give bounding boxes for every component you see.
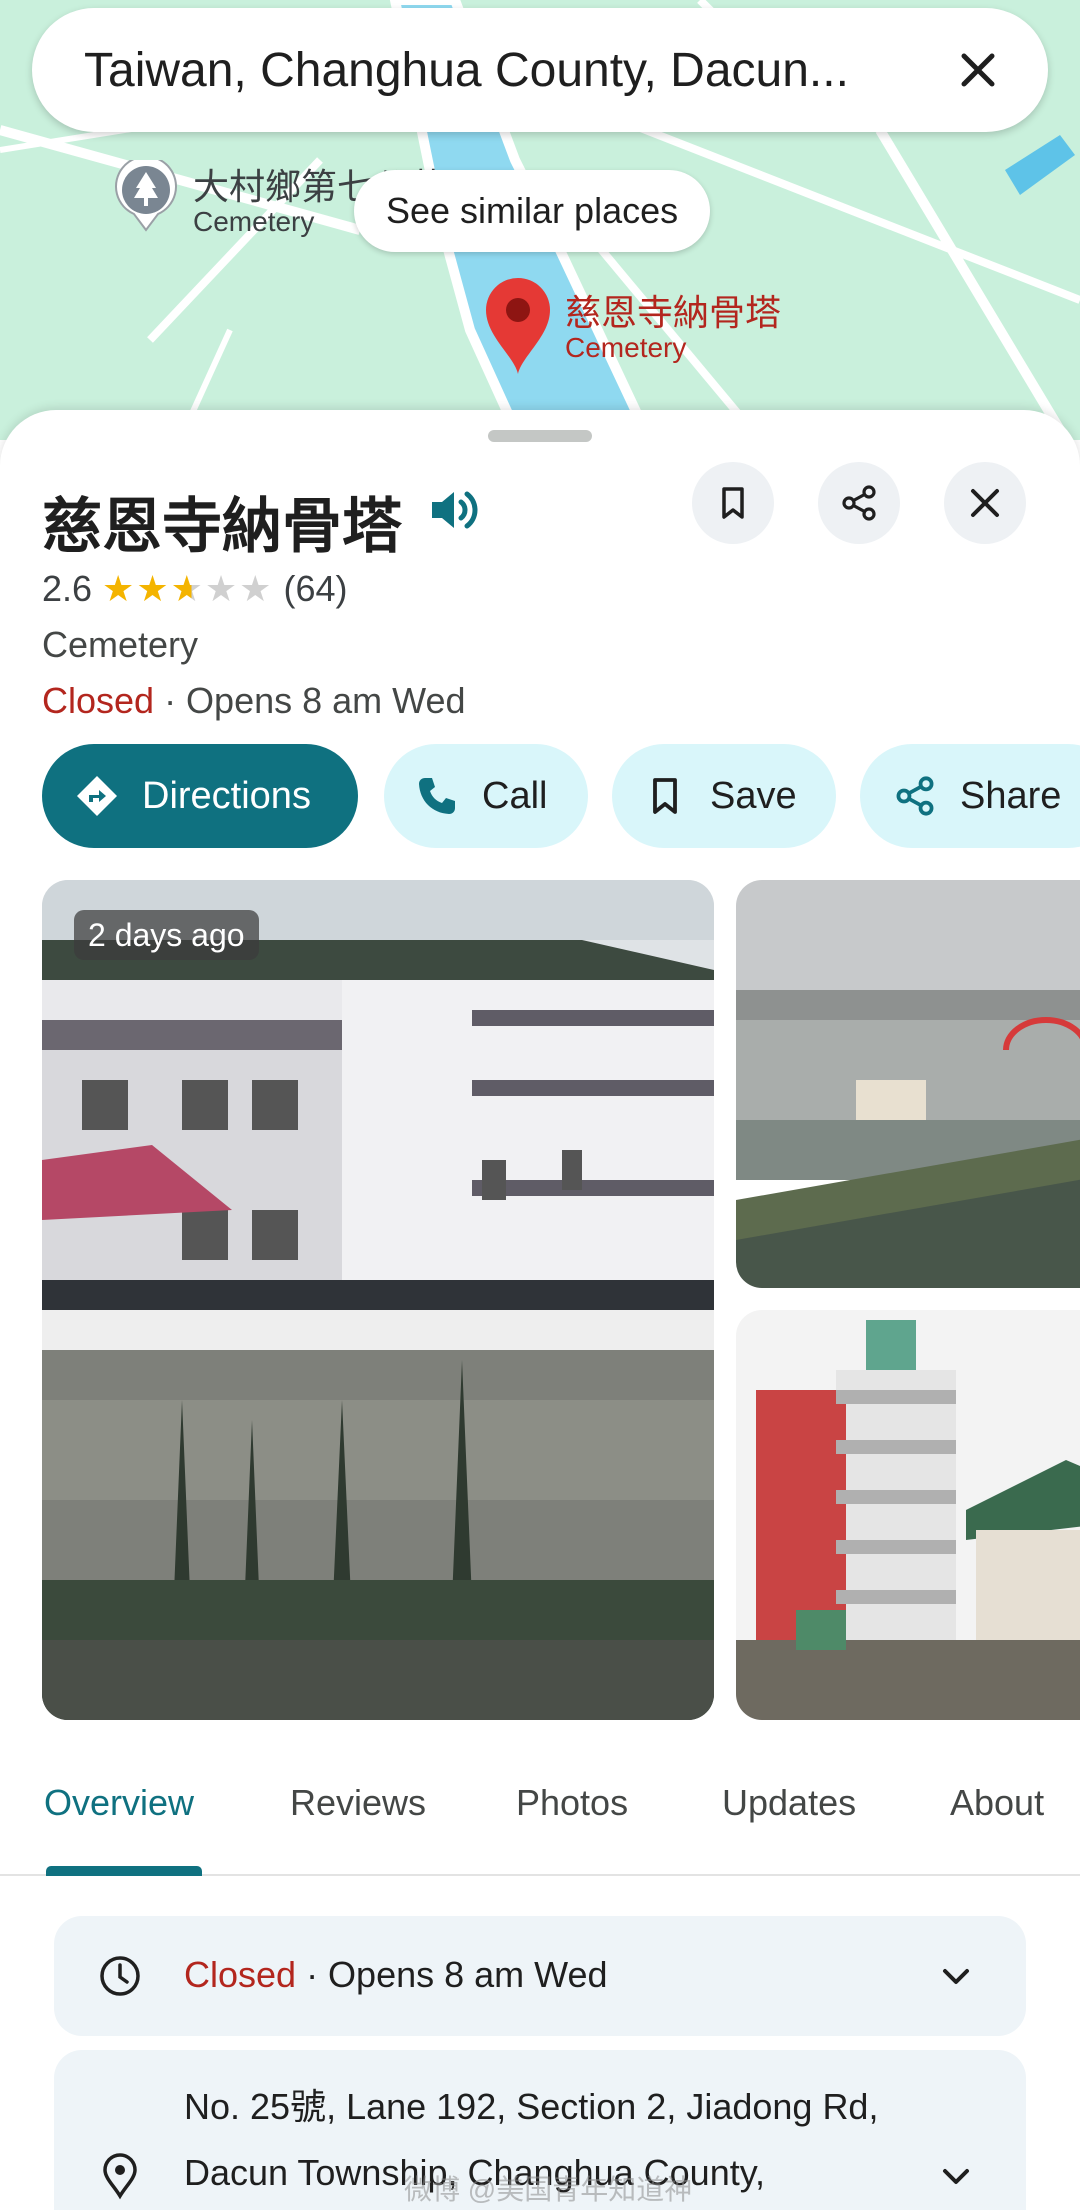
bookmark-icon — [722, 487, 744, 519]
star-icon: ★ — [204, 568, 240, 609]
call-label: Call — [482, 774, 548, 817]
see-similar-places-button[interactable]: See similar places — [354, 170, 711, 252]
selected-place-pin-icon[interactable] — [484, 276, 552, 376]
chevron-down-icon[interactable] — [936, 2156, 976, 2196]
rating-row[interactable]: 2.6 ★ ★ ★ ★ ★ (64) — [42, 568, 347, 610]
tab-overview[interactable]: Overview — [44, 1782, 194, 1824]
search-bar[interactable]: Taiwan, Changhua County, Dacun... — [32, 8, 1048, 132]
photo-main[interactable]: 2 days ago — [42, 880, 714, 1720]
map-view[interactable]: Taiwan, Changhua County, Dacun... 大村鄉第七公… — [0, 0, 1080, 440]
star-rating: ★ ★ ★ ★ ★ — [102, 571, 273, 607]
landscape-photo — [736, 880, 1080, 1288]
star-icon: ★ — [136, 568, 171, 609]
opens-text: · Opens 8 am Wed — [154, 680, 466, 721]
poi-category: Cemetery — [193, 206, 315, 237]
call-button[interactable]: Call — [384, 744, 588, 848]
place-category: Cemetery — [42, 624, 199, 665]
directions-label: Directions — [142, 774, 311, 817]
tab-about[interactable]: About — [950, 1782, 1044, 1824]
drag-handle[interactable] — [488, 430, 592, 442]
directions-icon — [74, 773, 120, 819]
temple-building-photo — [42, 880, 714, 1720]
share-icon — [892, 773, 938, 819]
hours-text: Closed · Opens 8 am Wed — [184, 1954, 608, 1996]
star-icon: ★ — [102, 568, 137, 609]
tab-photos[interactable]: Photos — [516, 1782, 628, 1824]
photo-secondary-2[interactable] — [736, 1310, 1080, 1720]
cemetery-pin-icon[interactable] — [114, 160, 178, 232]
bookmark-icon — [642, 773, 688, 819]
selected-pin-name[interactable]: 慈恩寺納骨塔 — [565, 284, 781, 336]
save-button[interactable]: Save — [612, 744, 836, 848]
hours-opens: · Opens 8 am Wed — [296, 1954, 608, 1995]
status-closed: Closed — [42, 680, 155, 721]
search-input[interactable]: Taiwan, Changhua County, Dacun... — [84, 43, 948, 98]
directions-button[interactable]: Directions — [42, 744, 358, 848]
photo-secondary-1[interactable] — [736, 880, 1080, 1288]
star-icon: ★ — [239, 568, 274, 609]
watermark: 微博 @美国青年知道神 — [404, 2174, 693, 2205]
review-count: (64) — [283, 568, 348, 609]
photo-age-badge: 2 days ago — [74, 910, 259, 960]
active-tab-indicator — [46, 1866, 202, 1876]
phone-icon — [414, 773, 460, 819]
hours-card[interactable]: Closed · Opens 8 am Wed — [54, 1916, 1026, 2036]
volume-icon[interactable] — [426, 482, 482, 538]
star-half-icon: ★ — [170, 568, 205, 609]
share-icon — [842, 485, 876, 521]
hours-summary: Closed · Opens 8 am Wed — [42, 680, 466, 722]
close-icon — [971, 489, 999, 517]
location-pin-icon — [103, 2153, 137, 2200]
selected-pin-category: Cemetery — [565, 332, 687, 363]
hours-status: Closed — [184, 1954, 297, 1995]
save-label: Save — [710, 774, 797, 817]
place-title: 慈恩寺納骨塔 — [42, 493, 402, 560]
rating-value: 2.6 — [42, 568, 93, 609]
clock-icon — [100, 1956, 140, 1996]
place-tabs: Overview Reviews Photos Updates About — [0, 1760, 1080, 1876]
share-action-button[interactable]: Share — [860, 744, 1080, 848]
close-button[interactable] — [944, 462, 1026, 544]
chevron-down-icon[interactable] — [936, 1956, 976, 1996]
place-details-sheet: 慈恩寺納骨塔 2.6 ★ ★ ★ ★ ★ (64) Cemetery Close… — [0, 410, 1080, 2210]
pagoda-photo — [736, 1310, 1080, 1720]
tab-reviews[interactable]: Reviews — [290, 1782, 426, 1824]
share-label: Share — [960, 774, 1062, 817]
action-buttons: Directions Call Save Share — [42, 744, 1080, 848]
bookmark-button[interactable] — [692, 462, 774, 544]
photo-gallery: 2 days ago — [42, 880, 1080, 1720]
tab-updates[interactable]: Updates — [722, 1782, 856, 1824]
close-icon[interactable] — [948, 40, 1008, 100]
share-button[interactable] — [818, 462, 900, 544]
